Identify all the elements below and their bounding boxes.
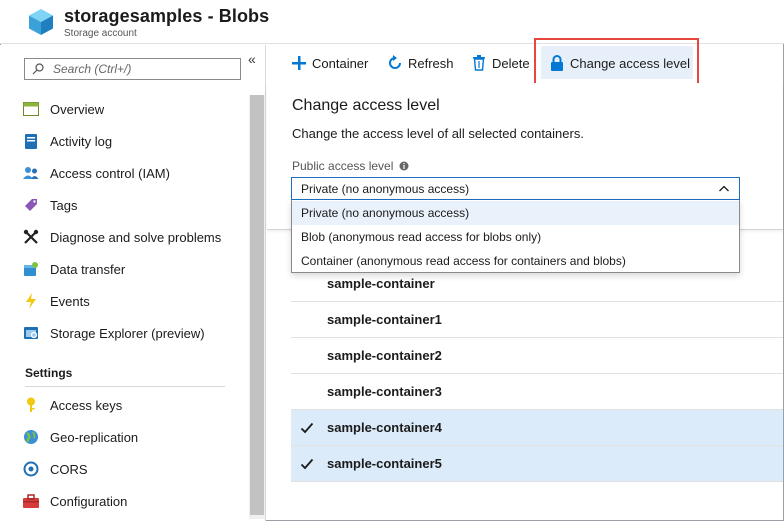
sidebar-item-storage-explorer[interactable]: Storage Explorer (preview)	[20, 319, 245, 347]
dropdown-option-blob[interactable]: Blob (anonymous read access for blobs on…	[292, 225, 739, 249]
sidebar-item-activity-log[interactable]: Activity log	[20, 127, 245, 155]
sidebar-item-label: Tags	[50, 197, 78, 213]
toolbox-icon	[23, 493, 39, 509]
field-label-text: Public access level	[292, 159, 394, 173]
section-divider	[25, 386, 225, 387]
plus-icon	[291, 55, 307, 71]
panel-description: Change the access level of all selected …	[292, 126, 584, 141]
access-level-dropdown: Private (no anonymous access) Blob (anon…	[291, 200, 740, 273]
sidebar-item-tags[interactable]: Tags	[20, 191, 245, 219]
container-name[interactable]: sample-container2	[327, 348, 442, 363]
storage-account-icon	[29, 9, 53, 35]
option-text: Blob (anonymous read access for blobs on…	[301, 230, 542, 244]
sidebar-item-label: Overview	[50, 101, 105, 117]
settings-section-heading: Settings	[25, 366, 73, 380]
table-row[interactable]: sample-container4	[291, 410, 783, 446]
iam-icon	[23, 165, 39, 181]
sidebar-item-geo-replication[interactable]: Geo-replication	[20, 423, 245, 451]
cors-icon	[23, 461, 39, 477]
checkmark-icon[interactable]	[300, 421, 314, 435]
command-bar: Container Refresh Delete Change access l…	[267, 45, 783, 83]
sidebar-scrollbar-thumb[interactable]	[250, 95, 264, 515]
public-access-level-select[interactable]: Private (no anonymous access)	[291, 177, 740, 200]
sidebar-item-access-keys[interactable]: Access keys	[20, 391, 245, 419]
sidebar-item-label: Activity log	[50, 133, 113, 149]
sidebar-item-diagnose[interactable]: Diagnose and solve problems	[20, 223, 245, 251]
sidebar-item-events[interactable]: Events	[20, 287, 245, 315]
wrench-icon	[23, 229, 39, 245]
panel-title: Change access level	[292, 97, 440, 114]
option-text: Container (anonymous read access for con…	[301, 254, 626, 268]
data-transfer-icon	[23, 261, 39, 277]
chevron-up-icon	[719, 185, 729, 192]
sidebar-item-configuration[interactable]: Configuration	[20, 487, 245, 515]
container-name[interactable]: sample-container1	[327, 312, 442, 327]
add-container-label: Container	[312, 55, 369, 71]
sidebar-item-label: Access control (IAM)	[50, 165, 170, 181]
select-current-value: Private (no anonymous access)	[301, 182, 470, 196]
dropdown-option-container[interactable]: Container (anonymous read access for con…	[292, 249, 739, 273]
container-name[interactable]: sample-container	[327, 276, 435, 291]
sidebar-item-overview[interactable]: Overview	[20, 95, 245, 123]
sidebar-item-data-transfer[interactable]: Data transfer	[20, 255, 245, 283]
sidebar-item-label: CORS	[50, 461, 88, 477]
search-icon	[32, 63, 44, 75]
dropdown-option-private[interactable]: Private (no anonymous access)	[292, 201, 739, 225]
sidebar-item-label: Storage Explorer (preview)	[50, 325, 205, 341]
sidebar: « Overview Activity log Access control (…	[0, 45, 266, 521]
sidebar-item-label: Geo-replication	[50, 429, 139, 445]
storage-explorer-icon	[23, 325, 39, 341]
page-title: storagesamples - Blobs	[64, 6, 270, 26]
delete-button[interactable]: Delete	[471, 53, 530, 73]
sidebar-item-label: Diagnose and solve problems	[50, 229, 222, 245]
add-container-button[interactable]: Container	[291, 53, 368, 73]
sidebar-item-label: Data transfer	[50, 261, 126, 277]
search-input[interactable]	[53, 61, 233, 77]
info-icon[interactable]	[399, 161, 409, 171]
sidebar-item-label: Events	[50, 293, 90, 309]
sidebar-item-access-control[interactable]: Access control (IAM)	[20, 159, 245, 187]
trash-icon	[471, 55, 487, 71]
refresh-button[interactable]: Refresh	[387, 53, 454, 73]
table-row[interactable]: sample-container3	[291, 374, 783, 410]
checkmark-icon[interactable]	[300, 457, 314, 471]
table-row[interactable]: sample-container2	[291, 338, 783, 374]
activity-log-icon	[23, 133, 39, 149]
sidebar-item-label: Access keys	[50, 397, 123, 413]
container-name[interactable]: sample-container4	[327, 420, 442, 435]
public-access-label: Public access level	[292, 159, 409, 173]
container-name[interactable]: sample-container3	[327, 384, 442, 399]
sidebar-item-label: Configuration	[50, 493, 128, 509]
collapse-sidebar-button[interactable]: «	[248, 51, 256, 67]
overview-icon	[23, 101, 39, 117]
sidebar-item-cors[interactable]: CORS	[20, 455, 245, 483]
page-subtitle: Storage account	[64, 28, 137, 39]
delete-label: Delete	[492, 55, 530, 71]
table-row[interactable]: sample-container5	[291, 446, 783, 482]
tag-icon	[23, 197, 39, 213]
refresh-label: Refresh	[408, 55, 454, 71]
globe-icon	[23, 429, 39, 445]
table-row[interactable]: sample-container1	[291, 302, 783, 338]
callout-highlight-box	[534, 38, 699, 87]
container-name[interactable]: sample-container5	[327, 456, 442, 471]
lightning-icon	[23, 293, 39, 309]
refresh-icon	[387, 55, 403, 71]
sidebar-search[interactable]	[24, 58, 241, 80]
option-text: Private (no anonymous access)	[301, 206, 470, 220]
key-icon	[23, 397, 39, 413]
